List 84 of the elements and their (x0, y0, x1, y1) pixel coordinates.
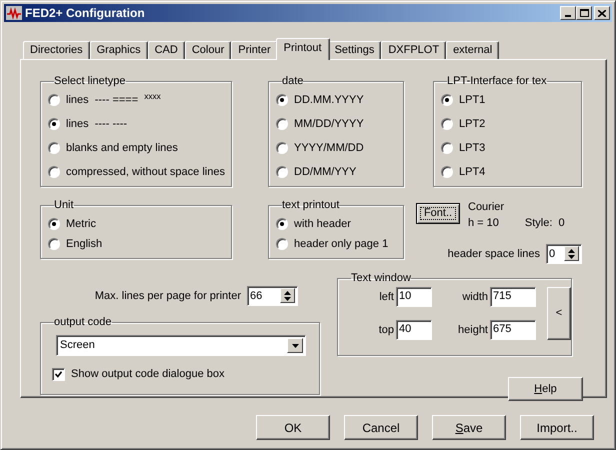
tab[interactable]: external (446, 41, 500, 59)
spin-arrows-icon (564, 246, 579, 261)
input-field[interactable]: 675 (490, 320, 536, 340)
radio-button[interactable] (276, 94, 288, 106)
help-button[interactable]: Help (508, 377, 583, 401)
radio-button[interactable] (276, 118, 288, 130)
spin-box[interactable]: 66 (247, 286, 298, 306)
group-title: Unit (54, 199, 74, 212)
close-button[interactable] (594, 6, 610, 20)
tab[interactable]: Settings (328, 41, 382, 59)
radio-label: LPT3 (459, 141, 486, 155)
dropdown[interactable]: Screen (56, 335, 306, 356)
tab[interactable]: Graphics (90, 41, 148, 59)
spin-box[interactable]: 0 (546, 244, 582, 264)
group-title: text printout (282, 199, 340, 212)
group-title: date (282, 75, 304, 88)
radio-button[interactable] (276, 218, 288, 230)
dialog-button[interactable]: OK (256, 415, 330, 440)
radio-label: with header (294, 217, 351, 231)
group-title: Select linetype (54, 75, 126, 88)
group-title: LPT-Interface for tex (447, 75, 547, 88)
checkbox[interactable] (52, 368, 65, 381)
app-icon (6, 6, 22, 20)
radio-label: English (66, 237, 102, 251)
font-height: h = 10 (468, 216, 499, 230)
radio-label: LPT4 (459, 165, 486, 179)
field-label: left (378, 290, 394, 305)
spinner-label: Max. lines per page for printer (94, 288, 241, 304)
radio-label: LPT2 (459, 117, 486, 131)
radio-button[interactable] (48, 166, 60, 178)
radio-button[interactable] (48, 94, 60, 106)
radio-label: lines ---- ==== $^{xxxx}$ (66, 93, 161, 107)
radio-button[interactable] (48, 238, 60, 250)
minimize-icon (565, 15, 571, 17)
font-style: Style: 0 (524, 216, 565, 230)
radio-label: DD/MM/YYY (294, 165, 356, 179)
radio-button[interactable] (276, 238, 288, 250)
radio-label: YYYY/MM/DD (294, 141, 364, 155)
radio-button[interactable] (276, 166, 288, 178)
radio-label: blanks and empty lines (66, 141, 178, 155)
radio-label: compressed, without space lines (66, 165, 225, 179)
radio-button[interactable] (48, 218, 60, 230)
input-field[interactable]: 715 (490, 287, 536, 308)
tab[interactable]: Colour (184, 41, 232, 59)
font-name: Courier (468, 200, 506, 214)
maximize-icon (580, 9, 588, 17)
input-field[interactable]: 40 (396, 320, 432, 340)
dialog-button[interactable]: Cancel (344, 415, 418, 440)
tab[interactable]: Directories (23, 41, 90, 59)
window-title: FED2+ Configuration (25, 5, 146, 22)
group-title: Text window (351, 272, 411, 285)
spin-arrows-icon (280, 288, 295, 303)
radio-button[interactable] (441, 94, 453, 106)
radio-button[interactable] (48, 142, 60, 154)
close-icon (598, 10, 606, 16)
radio-button[interactable] (441, 118, 453, 130)
group-title: output code (54, 316, 112, 329)
radio-label: Metric (66, 217, 96, 231)
radio-label: lines ---- ---- (66, 117, 128, 131)
maximize-button[interactable] (576, 6, 592, 20)
dialog-button[interactable]: Import.. (520, 415, 594, 440)
field-label: top (378, 322, 394, 338)
tab[interactable]: Printout (276, 38, 330, 60)
tab[interactable]: DXFPLOT (381, 41, 446, 59)
radio-label: DD.MM.YYYY (294, 93, 364, 107)
checkbox-label: Show output code dialogue box (71, 367, 225, 382)
radio-button[interactable] (276, 142, 288, 154)
tab[interactable]: CAD (148, 41, 185, 59)
minimize-button[interactable] (560, 6, 576, 20)
radio-button[interactable] (48, 118, 60, 130)
check-icon (55, 370, 62, 378)
dialog-button[interactable]: Save (432, 415, 506, 440)
radio-label: MM/DD/YYYY (294, 117, 364, 131)
radio-label: header only page 1 (294, 237, 388, 251)
radio-label: LPT1 (459, 93, 486, 107)
collapse-button[interactable]: < (547, 287, 571, 340)
spinner-label: header space lines (448, 246, 540, 262)
field-label: width (461, 290, 488, 305)
tab[interactable]: Printer (231, 41, 278, 59)
input-field[interactable]: 10 (396, 287, 432, 308)
font-button[interactable]: Font.. (416, 203, 460, 224)
radio-button[interactable] (441, 166, 453, 178)
field-label: height (457, 322, 488, 338)
radio-button[interactable] (441, 142, 453, 154)
